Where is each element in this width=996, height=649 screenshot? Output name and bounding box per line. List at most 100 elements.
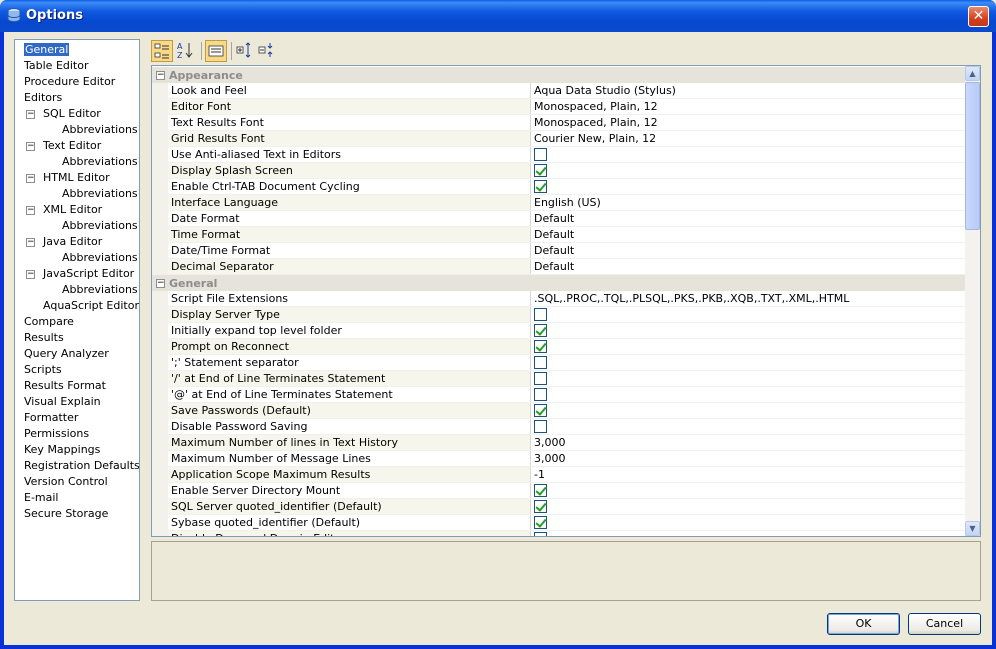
property-row[interactable]: Initially expand top level folder — [152, 323, 965, 339]
property-row[interactable]: Time Format Default — [152, 227, 965, 243]
property-value-cell[interactable] — [531, 531, 965, 536]
tree-item[interactable]: Secure Storage — [24, 506, 108, 522]
checkbox[interactable] — [534, 388, 547, 401]
property-row[interactable]: Script File Extensions .SQL,.PROC,.TQL,.P… — [152, 291, 965, 307]
tree-item[interactable]: Query Analyzer — [24, 346, 109, 362]
expand-all-button[interactable] — [235, 40, 257, 62]
property-row[interactable]: Date/Time Format Default — [152, 243, 965, 259]
tree-item[interactable]: Visual Explain — [24, 394, 101, 410]
tree-item[interactable]: Version Control — [24, 474, 108, 490]
property-value[interactable]: Monospaced, Plain, 12 — [531, 115, 965, 130]
title-bar[interactable]: Options ✕ — [0, 0, 996, 32]
property-value-cell[interactable] — [531, 179, 965, 194]
property-grid[interactable]: − Appearance Look and Feel Aqua Data Studio… — [151, 65, 981, 537]
category-header[interactable]: − Appearance — [152, 67, 965, 83]
property-row[interactable]: Maximum Number of Message Lines 3,000 — [152, 451, 965, 467]
property-value[interactable]: Monospaced, Plain, 12 — [531, 99, 965, 114]
property-row[interactable]: SQL Server quoted_identifier (Default) — [152, 499, 965, 515]
property-value[interactable]: English (US) — [531, 195, 965, 210]
property-value-cell[interactable] — [531, 307, 965, 322]
checkbox[interactable] — [534, 404, 547, 417]
checkbox[interactable] — [534, 372, 547, 385]
property-value-cell[interactable] — [531, 371, 965, 386]
property-value-cell[interactable] — [531, 403, 965, 418]
show-description-button[interactable] — [205, 40, 227, 62]
property-row[interactable]: Text Results Font Monospaced, Plain, 12 — [152, 115, 965, 131]
property-row[interactable]: Maximum Number of lines in Text History 3… — [152, 435, 965, 451]
tree-item[interactable]: Registration Defaults — [24, 458, 139, 474]
categorized-view-button[interactable] — [151, 40, 173, 62]
property-row[interactable]: Decimal Separator Default — [152, 259, 965, 275]
options-tree[interactable]: General Table Editor Procedure Editor Edito… — [14, 39, 140, 601]
property-value-cell[interactable] — [531, 419, 965, 434]
checkbox[interactable] — [534, 148, 547, 161]
checkbox[interactable] — [534, 180, 547, 193]
tree-item[interactable]: − Text Editor — [26, 138, 101, 154]
checkbox[interactable] — [534, 340, 547, 353]
property-row[interactable]: Look and Feel Aqua Data Studio (Stylus) — [152, 83, 965, 99]
checkbox[interactable] — [534, 420, 547, 433]
property-value[interactable]: .SQL,.PROC,.TQL,.PLSQL,.PKS,.PKB,.XQB,.T… — [531, 291, 965, 306]
ok-button[interactable]: OK — [827, 613, 900, 635]
tree-item[interactable]: General — [24, 42, 70, 58]
property-value-cell[interactable] — [531, 483, 965, 498]
checkbox[interactable] — [534, 532, 547, 536]
scroll-thumb[interactable] — [965, 82, 980, 230]
tree-item[interactable]: Scripts — [24, 362, 62, 378]
tree-item[interactable]: Procedure Editor — [24, 74, 115, 90]
property-row[interactable]: Display Splash Screen — [152, 163, 965, 179]
property-row[interactable]: Interface Language English (US) — [152, 195, 965, 211]
property-value-cell[interactable] — [531, 355, 965, 370]
checkbox[interactable] — [534, 164, 547, 177]
tree-item[interactable]: Key Mappings — [24, 442, 100, 458]
property-value[interactable]: Default — [531, 227, 965, 242]
property-row[interactable]: Enable Server Directory Mount — [152, 483, 965, 499]
property-row[interactable]: '/' at End of Line Terminates Statement — [152, 371, 965, 387]
tree-item[interactable]: Compare — [24, 314, 74, 330]
property-value-cell[interactable] — [531, 387, 965, 402]
tree-item[interactable]: Results — [24, 330, 64, 346]
tree-item[interactable]: Formatter — [24, 410, 78, 426]
property-row[interactable]: Application Scope Maximum Results -1 — [152, 467, 965, 483]
collapse-icon[interactable]: − — [26, 270, 35, 279]
vertical-scrollbar[interactable]: ▲ ▼ — [965, 66, 980, 536]
collapse-icon[interactable]: − — [156, 278, 165, 288]
tree-item[interactable]: − XML Editor — [26, 202, 102, 218]
tree-item[interactable]: Abbreviations — [62, 154, 138, 170]
checkbox[interactable] — [534, 516, 547, 529]
property-row[interactable]: Use Anti-aliased Text in Editors — [152, 147, 965, 163]
collapse-icon[interactable]: − — [26, 142, 35, 151]
property-row[interactable]: '@' at End of Line Terminates Statement — [152, 387, 965, 403]
property-row[interactable]: Date Format Default — [152, 211, 965, 227]
close-button[interactable]: ✕ — [968, 6, 989, 27]
property-value[interactable]: -1 — [531, 467, 965, 482]
tree-item[interactable]: − HTML Editor — [26, 170, 110, 186]
property-row[interactable]: Disable Password Saving — [152, 419, 965, 435]
checkbox[interactable] — [534, 484, 547, 497]
tree-item[interactable]: Results Format — [24, 378, 106, 394]
scroll-down-button[interactable]: ▼ — [965, 521, 980, 536]
collapse-icon[interactable]: − — [26, 238, 35, 247]
scroll-up-button[interactable]: ▲ — [965, 66, 980, 81]
tree-item[interactable]: E-mail — [24, 490, 59, 506]
tree-item[interactable]: Abbreviations — [62, 218, 138, 234]
collapse-icon[interactable]: − — [26, 174, 35, 183]
property-value[interactable]: Default — [531, 243, 965, 258]
tree-item[interactable]: Abbreviations — [62, 250, 138, 266]
property-value[interactable]: Aqua Data Studio (Stylus) — [531, 83, 965, 98]
checkbox[interactable] — [534, 324, 547, 337]
tree-item[interactable]: Table Editor — [24, 58, 89, 74]
tree-item[interactable]: Abbreviations — [62, 186, 138, 202]
collapse-all-button[interactable] — [257, 40, 279, 62]
property-value[interactable]: 3,000 — [531, 435, 965, 450]
tree-item[interactable]: AquaScript Editor — [43, 298, 139, 314]
property-row[interactable]: Editor Font Monospaced, Plain, 12 — [152, 99, 965, 115]
property-value-cell[interactable] — [531, 499, 965, 514]
category-header[interactable]: − General — [152, 275, 965, 291]
property-row[interactable]: ';' Statement separator — [152, 355, 965, 371]
property-value[interactable]: 3,000 — [531, 451, 965, 466]
tree-item[interactable]: − JavaScript Editor — [26, 266, 134, 282]
property-value-cell[interactable] — [531, 323, 965, 338]
checkbox[interactable] — [534, 308, 547, 321]
property-row[interactable]: Display Server Type — [152, 307, 965, 323]
